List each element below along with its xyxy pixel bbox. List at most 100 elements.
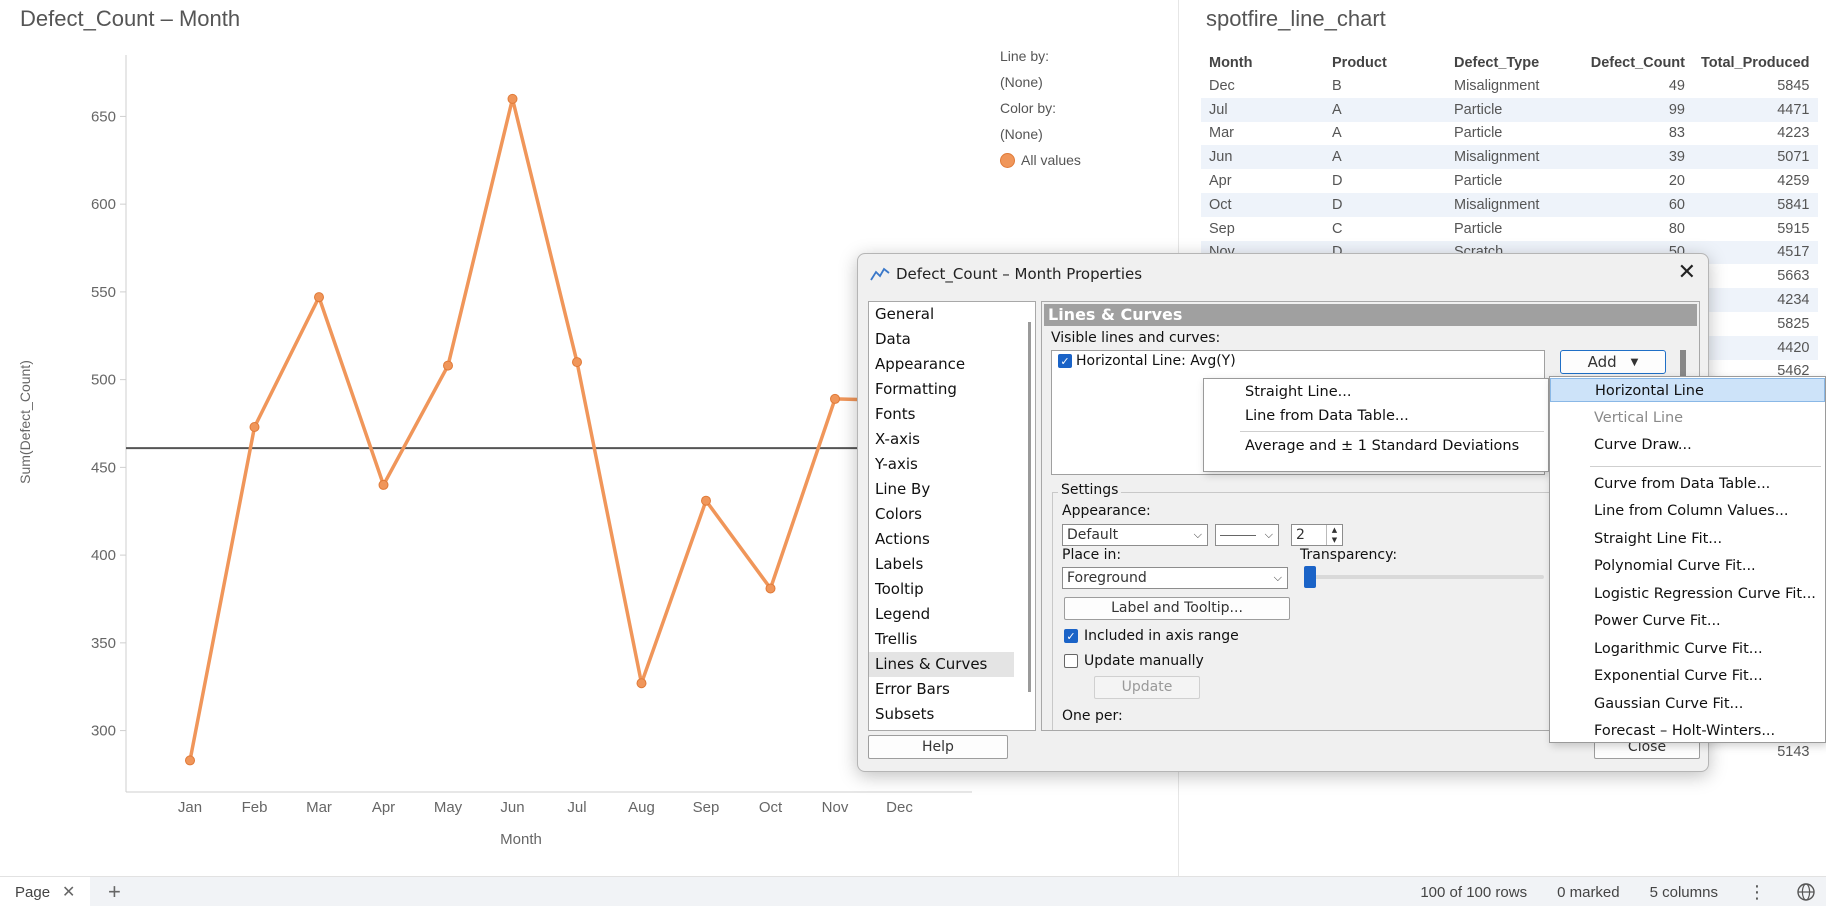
data-point[interactable] [378,479,389,490]
place-in-select[interactable]: Foreground ⌵ [1062,567,1288,589]
y-axis-label[interactable]: Sum(Defect_Count) [17,360,33,484]
line-width-input[interactable]: 2 ▲ ▼ [1291,524,1343,546]
menu-item[interactable]: Logarithmic Curve Fit... [1550,637,1825,661]
properties-nav-list[interactable]: General Data Appearance Formatting Fonts X-ax… [868,301,1036,731]
menu-item[interactable]: Gaussian Curve Fit... [1550,692,1825,716]
more-options-icon[interactable]: ⋮ [1748,882,1766,903]
globe-icon[interactable] [1796,882,1816,902]
menu-item[interactable]: Average and ± 1 Standard Deviations [1204,434,1548,458]
table-row[interactable]: Sep C Particle 80 5915 [1201,217,1818,241]
table-row[interactable]: Mar A Particle 83 4223 [1201,122,1818,146]
x-tick-label: Apr [372,799,395,816]
column-header[interactable]: Month [1201,52,1324,74]
menu-item[interactable]: Curve from Data Table... [1550,472,1825,496]
menu-item[interactable]: Straight Line Fit... [1550,527,1825,551]
add-page-icon[interactable]: + [108,879,121,905]
menu-item[interactable]: Polynomial Curve Fit... [1550,554,1825,578]
transparency-slider[interactable] [1304,575,1544,579]
data-point[interactable] [572,357,582,368]
data-point[interactable] [249,422,260,433]
x-axis-label[interactable]: Month [500,831,542,848]
table-row[interactable]: Apr D Particle 20 4259 [1201,169,1818,193]
transparency-slider-thumb[interactable] [1304,566,1316,588]
column-header[interactable]: Defect_Type [1446,52,1581,74]
x-tick-label: Aug [628,799,655,816]
column-header[interactable]: Product [1324,52,1446,74]
menu-item[interactable]: Line from Column Values... [1550,499,1825,523]
menu-item[interactable]: Curve Draw... [1550,433,1825,457]
column-header[interactable]: Defect_Count [1581,52,1693,74]
dialog-titlebar[interactable]: Defect_Count – Month Properties [858,254,1708,294]
table-row[interactable]: Dec B Misalignment 49 5845 [1201,74,1818,98]
nav-item-legend[interactable]: Legend [869,602,1014,627]
data-point[interactable] [830,393,840,404]
nav-item-appearance[interactable]: Appearance [869,352,1014,377]
add-button[interactable]: Add ▼ [1560,350,1666,374]
menu-item[interactable]: Line from Data Table... [1204,404,1548,428]
menu-item[interactable]: Straight Line... [1204,380,1548,404]
place-in-value: Foreground [1067,570,1147,586]
included-axis-row[interactable]: ✓ Included in axis range [1064,628,1239,644]
help-button[interactable]: Help [868,735,1008,759]
data-point[interactable] [636,678,647,689]
nav-item-colors[interactable]: Colors [869,502,1014,527]
y-tick-label: 450 [91,459,116,476]
included-axis-label: Included in axis range [1084,628,1239,644]
legend-item-all-values[interactable]: All values [1000,152,1081,168]
nav-item-tooltip[interactable]: Tooltip [869,577,1014,602]
checkbox-checked-icon[interactable]: ✓ [1064,629,1078,643]
nav-item-actions[interactable]: Actions [869,527,1014,552]
y-tick-label: 300 [91,723,116,740]
series-line[interactable] [188,97,900,761]
nav-item-formatting[interactable]: Formatting [869,377,1014,402]
update-manually-row[interactable]: Update manually [1064,653,1204,669]
column-count: 5 columns [1649,883,1718,901]
table-row[interactable]: Jun A Misalignment 39 5071 [1201,145,1818,170]
column-header[interactable]: Total_Produced [1693,52,1818,74]
nav-item-trellis[interactable]: Trellis [869,627,1014,652]
table-row[interactable]: Jul A Particle 99 4471 [1201,97,1818,122]
data-point[interactable] [185,755,195,766]
nav-item-fonts[interactable]: Fonts [869,402,1014,427]
legend-line-by-value[interactable]: (None) [1000,74,1081,90]
nav-item-y-axis[interactable]: Y-axis [869,452,1014,477]
menu-item[interactable]: Logistic Regression Curve Fit... [1550,582,1825,606]
close-icon[interactable]: ✕ [1678,262,1696,284]
nav-item-lines-curves[interactable]: Lines & Curves [869,652,1014,677]
update-button[interactable]: Update [1094,676,1200,699]
data-point[interactable] [701,495,711,506]
table-cell: 4234 [1693,288,1818,312]
menu-item[interactable]: Exponential Curve Fit... [1550,664,1825,688]
nav-item-line-by[interactable]: Line By [869,477,1014,502]
checkbox-unchecked-icon[interactable] [1064,654,1078,668]
nav-item-error-bars[interactable]: Error Bars [869,677,1014,702]
x-tick-label: Jul [567,799,586,816]
table-row[interactable]: Oct D Misalignment 60 5841 [1201,192,1818,217]
label-tooltip-button[interactable]: Label and Tooltip... [1064,597,1290,620]
nav-item-subsets[interactable]: Subsets [869,702,1014,727]
legend-color-by-value[interactable]: (None) [1000,126,1081,142]
line-style-select[interactable]: ⌵ [1215,524,1279,546]
menu-item[interactable]: Horizontal Line [1550,378,1825,402]
close-icon[interactable]: ✕ [62,882,75,902]
spinner-icon[interactable]: ▲ ▼ [1326,525,1342,545]
x-tick-label: Sep [693,799,720,816]
row-count: 100 of 100 rows [1420,883,1528,901]
checkbox-checked-icon[interactable]: ✓ [1058,354,1072,368]
x-tick-label: Nov [822,799,849,816]
menu-item[interactable]: Power Curve Fit... [1550,609,1825,633]
nav-scrollbar[interactable] [1028,322,1031,692]
nav-item-x-axis[interactable]: X-axis [869,427,1014,452]
data-point[interactable] [314,292,324,303]
data-point[interactable] [765,583,776,594]
data-point[interactable] [443,360,453,371]
table-cell: 5071 [1693,145,1818,170]
page-tab[interactable]: Page ✕ [0,877,90,907]
nav-item-data[interactable]: Data [869,327,1014,352]
data-point[interactable] [507,93,518,104]
nav-item-general[interactable]: General [869,302,1014,327]
nav-item-labels[interactable]: Labels [869,552,1014,577]
line-entry[interactable]: ✓ Horizontal Line: Avg(Y) [1058,353,1236,369]
menu-item[interactable]: Forecast – Holt-Winters... [1550,719,1825,743]
appearance-select[interactable]: Default ⌵ [1062,524,1208,546]
